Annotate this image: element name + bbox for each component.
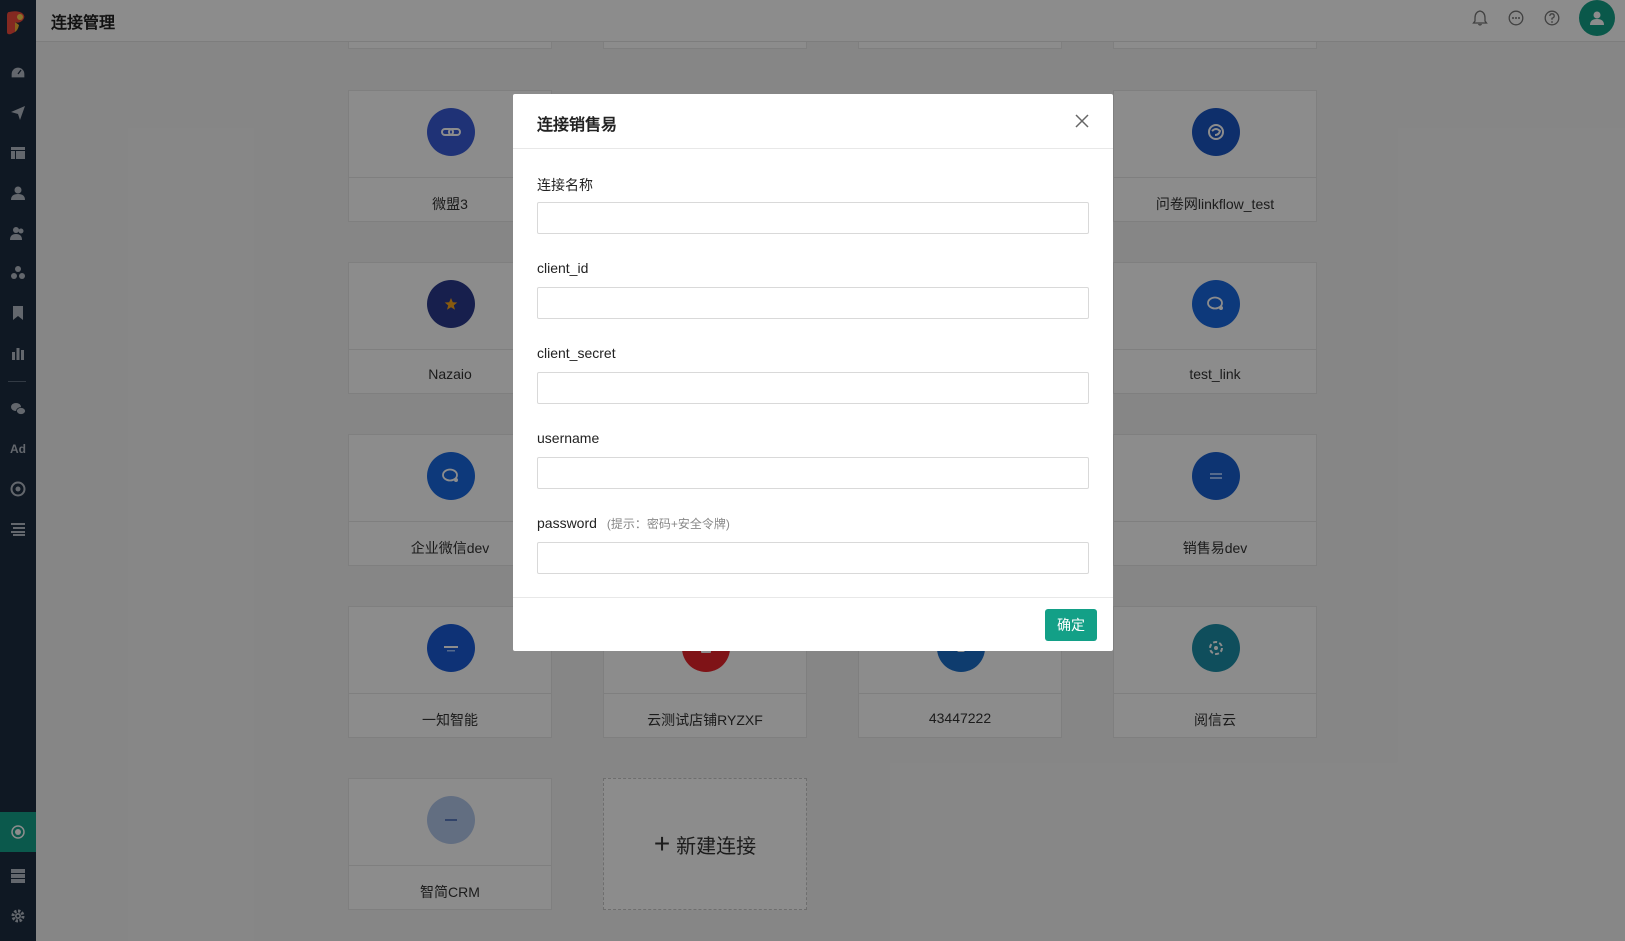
connect-modal: 连接销售易 连接名称 client_id client_secret usern… — [513, 94, 1113, 651]
client-secret-input[interactable] — [537, 372, 1089, 404]
modal-header: 连接销售易 — [513, 94, 1113, 149]
client-id-input[interactable] — [537, 287, 1089, 319]
modal-footer: 确定 — [513, 597, 1113, 651]
connection-name-input[interactable] — [537, 202, 1089, 234]
close-icon[interactable] — [1073, 112, 1091, 130]
confirm-button[interactable]: 确定 — [1045, 609, 1097, 641]
client-secret-label: client_secret — [537, 345, 616, 361]
password-label: password — [537, 515, 597, 531]
password-input[interactable] — [537, 542, 1089, 574]
client-id-label: client_id — [537, 260, 589, 276]
username-input[interactable] — [537, 457, 1089, 489]
username-label: username — [537, 430, 600, 446]
connection-name-label: 连接名称 — [537, 177, 593, 193]
modal-title: 连接销售易 — [537, 117, 618, 134]
password-hint: (提示：密码+安全令牌) — [606, 517, 730, 531]
password-label-row: password (提示：密码+安全令牌) — [537, 515, 730, 532]
